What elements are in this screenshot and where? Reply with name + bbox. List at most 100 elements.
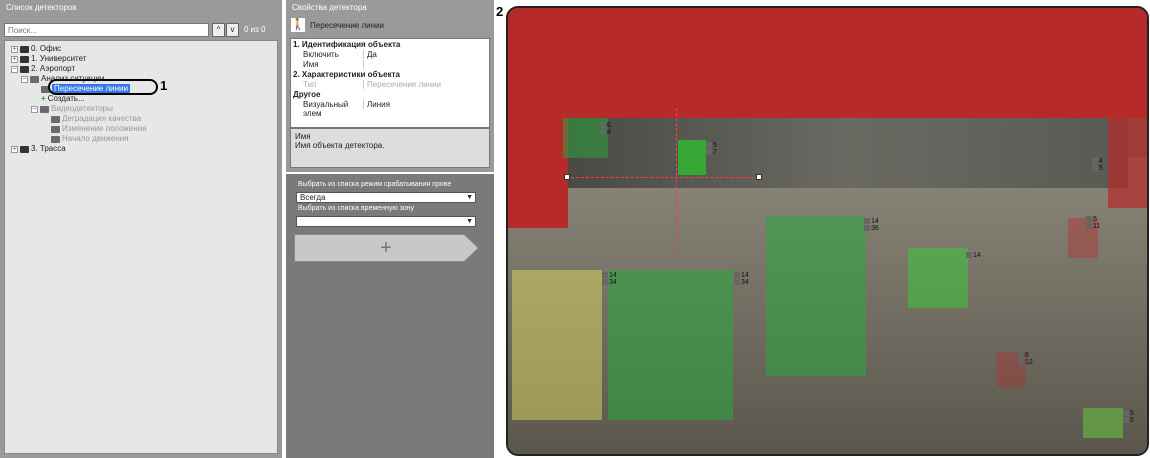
collapse-icon[interactable]: − — [11, 65, 18, 73]
badge-icon — [600, 122, 606, 129]
badge-icon — [1123, 417, 1129, 424]
tree-node-office[interactable]: +0. Офис — [11, 44, 61, 54]
line-handle[interactable] — [756, 174, 762, 180]
video-view[interactable]: 68 57 45 5 11 14 36 14 34 14 34 14 8 12 56 — [506, 6, 1149, 456]
badge-icon — [602, 279, 608, 286]
badge-icon — [864, 218, 870, 225]
badge-icon — [864, 225, 870, 232]
search-next-button[interactable]: v — [226, 23, 239, 37]
badge-icon — [706, 149, 712, 156]
detector-list-panel: Список детекторов ^ v 0 из 0 +0. Офис +1… — [0, 0, 282, 458]
badge-icon — [734, 279, 740, 286]
badge-icon — [1123, 410, 1129, 417]
tree-node-motion[interactable]: Начало движения — [51, 134, 129, 144]
search-input[interactable] — [4, 23, 209, 37]
expand-icon[interactable]: + — [11, 145, 18, 153]
callout-1: 1 — [160, 78, 168, 93]
prop-type: Тип Пересечение линии — [291, 80, 489, 89]
object-box — [766, 216, 866, 376]
tree-node-position[interactable]: Изменение положения — [51, 124, 147, 134]
object-badge: 14 — [966, 252, 981, 259]
detector-icon — [51, 125, 60, 133]
object-box — [678, 140, 706, 175]
badge-icon — [600, 129, 606, 136]
search-prev-button[interactable]: ^ — [212, 23, 225, 37]
collapse-icon[interactable]: − — [21, 75, 28, 83]
plus-icon: + — [41, 94, 46, 103]
server-icon — [20, 45, 29, 53]
dropdown-arrow-icon: ▼ — [466, 194, 473, 201]
tree-node-highway[interactable]: +3. Трасса — [11, 144, 66, 154]
callout-2: 2 — [496, 4, 504, 19]
expand-icon[interactable]: + — [11, 55, 18, 63]
category-other[interactable]: Другое — [291, 90, 489, 99]
badge-icon — [1018, 352, 1024, 359]
badge-icon — [706, 142, 712, 149]
object-badge: 68 — [600, 122, 611, 136]
badge-icon — [1092, 158, 1098, 165]
badge-icon — [1086, 223, 1092, 230]
server-icon — [20, 55, 29, 63]
category-characteristics[interactable]: 2. Характеристики объекта — [291, 70, 489, 79]
walker-icon: 🚶 — [290, 17, 306, 33]
object-badge: 8 12 — [1018, 352, 1033, 366]
property-description: Имя Имя объекта детектора. — [290, 128, 490, 168]
trigger-settings-panel: Выбрать из списка режим срабатывания про… — [286, 174, 494, 458]
right-mask-zone — [1108, 118, 1147, 208]
badge-icon — [1086, 216, 1092, 223]
detector-icon — [51, 115, 60, 123]
detector-tree: +0. Офис +1. Университет −2. Аэропорт − А… — [4, 40, 278, 454]
search-row: ^ v 0 из 0 — [4, 23, 280, 37]
badge-icon — [1018, 359, 1024, 366]
detector-properties-panel: Свойства детектора 🚶 Пересечение линии 1… — [286, 0, 494, 172]
badge-icon — [1092, 165, 1098, 172]
mode-select[interactable]: Всегда ▼ — [296, 192, 476, 203]
object-box — [1083, 408, 1123, 438]
direction-arrow-up — [676, 108, 677, 176]
description-text: Имя объекта детектора. — [295, 141, 385, 150]
line-handle[interactable] — [564, 174, 570, 180]
object-box — [908, 248, 968, 308]
callout-highlight — [48, 79, 158, 95]
detector-name: Пересечение линии — [310, 20, 384, 30]
ceiling-mask-zone — [508, 8, 1147, 118]
category-identification[interactable]: 1. Идентификация объекта — [291, 40, 489, 49]
object-badge: 45 — [1092, 158, 1103, 172]
expand-icon[interactable]: + — [11, 45, 18, 53]
badge-icon — [602, 272, 608, 279]
tree-node-video-detectors[interactable]: − Видеодетекторы — [31, 104, 113, 114]
walker-icon — [51, 135, 60, 143]
prop-name[interactable]: Имя — [291, 60, 489, 69]
property-grid: 1. Идентификация объекта Включить Да Имя … — [290, 38, 490, 128]
detector-header: 🚶 Пересечение линии — [290, 13, 490, 37]
object-badge: 57 — [706, 142, 717, 156]
add-button[interactable]: + — [294, 234, 478, 262]
camera-icon — [40, 105, 49, 113]
detector-list-title: Список детекторов — [6, 3, 77, 12]
crossing-line[interactable] — [566, 177, 758, 178]
search-count: 0 из 0 — [244, 25, 266, 34]
tree-node-quality[interactable]: Деградация качества — [51, 114, 141, 124]
object-badge: 56 — [1123, 410, 1134, 424]
tree-node-create[interactable]: + Создать... — [41, 94, 85, 104]
prop-visual[interactable]: Визуальный элем Линия — [291, 100, 489, 118]
zone-label: Выбрать из списка временную зону — [298, 205, 414, 212]
server-icon — [20, 65, 29, 73]
analysis-icon — [30, 75, 39, 83]
direction-arrow-down — [676, 180, 677, 250]
object-box — [608, 270, 733, 420]
collapse-icon[interactable]: − — [31, 105, 38, 113]
object-badge: 14 34 — [734, 272, 749, 286]
object-badge: 5 11 — [1086, 216, 1100, 230]
server-icon — [20, 145, 29, 153]
tree-node-airport[interactable]: −2. Аэропорт — [11, 64, 75, 74]
badge-icon — [966, 252, 972, 259]
object-badge: 14 34 — [602, 272, 617, 286]
zone-select[interactable]: ▼ — [296, 216, 476, 227]
properties-title: Свойства детектора — [292, 3, 367, 12]
tree-node-university[interactable]: +1. Университет — [11, 54, 86, 64]
description-title: Имя — [295, 132, 311, 141]
left-mask-zone — [508, 118, 568, 228]
prop-enable[interactable]: Включить Да — [291, 50, 489, 59]
badge-icon — [734, 272, 740, 279]
